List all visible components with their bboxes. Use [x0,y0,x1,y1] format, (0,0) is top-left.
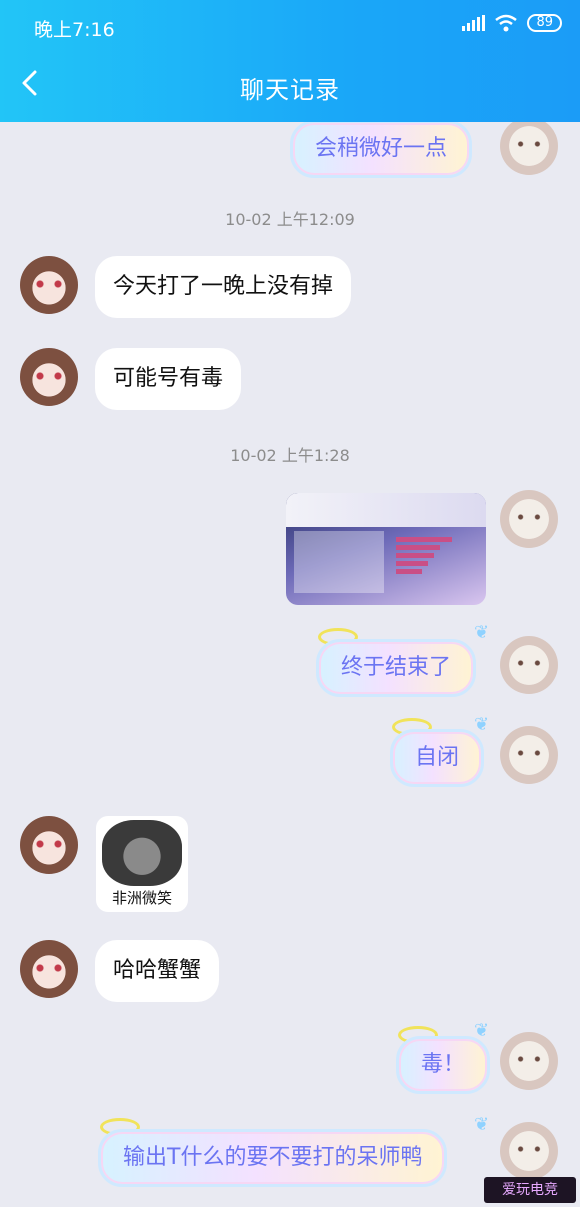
wing-icon: ❦ [474,622,490,643]
message-bubble: 终于结束了 [316,639,477,697]
avatar[interactable] [500,490,558,548]
avatar[interactable] [20,940,78,998]
avatar[interactable] [500,726,558,784]
avatar[interactable] [20,256,78,314]
message-bubble: 可能号有毒 [95,348,242,410]
avatar[interactable] [20,348,78,406]
avatar[interactable] [500,122,558,175]
avatar[interactable] [500,1032,558,1090]
status-time: 晚上7:16 [34,19,115,41]
message-bubble: 会稍微好一点 [290,122,473,178]
image-bars [396,537,476,593]
wing-icon: ❦ [474,1114,490,1135]
image-header [286,493,486,527]
timestamp: 10-02 上午12:09 [225,210,355,229]
watermark-logo: 爱玩电竞 [484,1177,576,1203]
wing-icon: ❦ [474,714,490,735]
page-title: 聊天记录 [240,76,340,104]
chat-history[interactable]: 会稍微好一点 10-02 上午12:09 今天打了一晚上没有掉 可能号有毒 10… [0,122,580,1207]
message-bubble: 自闭 [390,729,485,787]
message-bubble: 毒！ [396,1036,491,1094]
avatar[interactable] [20,816,78,874]
signal-icon [462,15,486,31]
message-bubble: 哈哈蟹蟹 [95,940,220,1002]
battery-indicator: 89 [527,14,562,32]
timestamp: 10-02 上午1:28 [230,446,350,465]
sticker-caption: 非洲微笑 [111,889,172,907]
message-bubble: 今天打了一晚上没有掉 [95,256,352,318]
status-icons: 89 [462,14,562,32]
message-bubble: 输出T什么的要不要打的呆师鸭 [98,1129,448,1187]
wifi-icon [495,14,518,32]
avatar[interactable] [500,636,558,694]
panda-sticker-icon [102,820,182,886]
image-panel [294,531,384,593]
image-message[interactable] [286,493,486,605]
avatar[interactable] [500,1122,558,1180]
title-bar: 晚上7:16 89 聊天记录 [0,0,580,122]
sticker-message[interactable]: 非洲微笑 [96,816,188,912]
